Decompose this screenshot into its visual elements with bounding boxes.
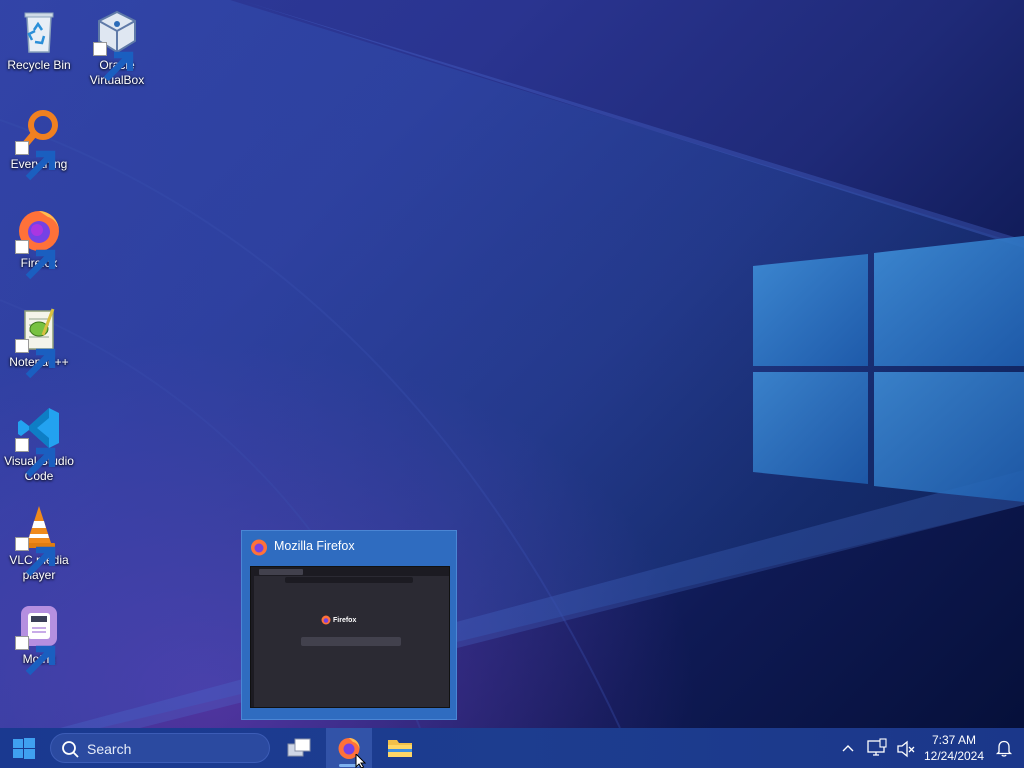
everything-search-icon — [15, 107, 63, 181]
notepadpp-icon — [15, 305, 63, 379]
task-view-button[interactable] — [276, 728, 322, 768]
shortcut-arrow-icon — [15, 339, 56, 379]
desktop-wallpaper — [0, 0, 1024, 728]
search-icon — [62, 741, 79, 758]
taskbar-file-explorer-button[interactable] — [376, 728, 422, 768]
virtualbox-icon — [93, 8, 141, 82]
taskbar-search-box[interactable]: Search — [50, 733, 270, 763]
notification-bell-icon[interactable] — [994, 738, 1014, 758]
thumb-address-bar — [285, 577, 413, 583]
folder-icon — [388, 740, 412, 757]
shortcut-arrow-icon — [15, 636, 56, 676]
motrix-icon — [15, 602, 63, 676]
system-clock[interactable]: 7:37 AM 12/24/2024 — [918, 732, 990, 764]
thumb-sidebar — [251, 576, 254, 707]
network-icon[interactable] — [866, 738, 888, 758]
chevron-up-icon[interactable] — [838, 740, 858, 758]
preview-window-title: Mozilla Firefox — [274, 539, 355, 553]
desktop-icon-everything[interactable]: Everything — [0, 107, 78, 181]
taskbar: Search 7:37 AM 12/24/2024 — [0, 728, 1024, 768]
thumb-tab — [259, 569, 303, 575]
recycle-bin-icon — [15, 8, 63, 56]
windows-logo-icon — [13, 738, 35, 759]
vlc-icon — [15, 503, 63, 577]
task-view-icon — [287, 738, 311, 757]
mouse-cursor-icon — [355, 754, 367, 768]
shortcut-arrow-icon — [15, 240, 56, 280]
firefox-icon — [15, 206, 63, 280]
desktop-icon-virtualbox[interactable]: Oracle VirtualBox — [78, 8, 156, 88]
desktop-icon-label: Recycle Bin — [7, 58, 71, 72]
volume-muted-icon[interactable] — [895, 739, 917, 759]
taskbar-thumbnail-preview[interactable]: Mozilla Firefox Firefox — [241, 530, 457, 720]
thumb-search-box — [301, 637, 401, 646]
start-button[interactable] — [0, 728, 46, 768]
firefox-icon — [321, 615, 331, 625]
desktop-icon-firefox[interactable]: Firefox — [0, 206, 78, 280]
desktop-icon-notepadpp[interactable]: Notepad++ — [0, 305, 78, 379]
shortcut-arrow-icon — [15, 537, 56, 577]
search-placeholder: Search — [87, 741, 132, 757]
desktop-icon-vscode[interactable]: Visual Studio Code — [0, 404, 78, 484]
window-thumbnail[interactable]: Firefox — [250, 566, 450, 708]
shortcut-arrow-icon — [15, 438, 56, 478]
firefox-icon — [251, 539, 267, 556]
clock-date: 12/24/2024 — [923, 749, 985, 763]
vscode-icon — [15, 404, 63, 478]
shortcut-arrow-icon — [15, 141, 56, 181]
clock-time: 7:37 AM — [931, 733, 977, 747]
shortcut-arrow-icon — [93, 42, 134, 82]
thumb-brand-label: Firefox — [333, 617, 357, 624]
desktop-icon-vlc[interactable]: VLC media player — [0, 503, 78, 583]
desktop-icon-motrix[interactable]: Motrix — [0, 602, 78, 676]
desktop-icon-recycle-bin[interactable]: Recycle Bin — [0, 8, 78, 73]
